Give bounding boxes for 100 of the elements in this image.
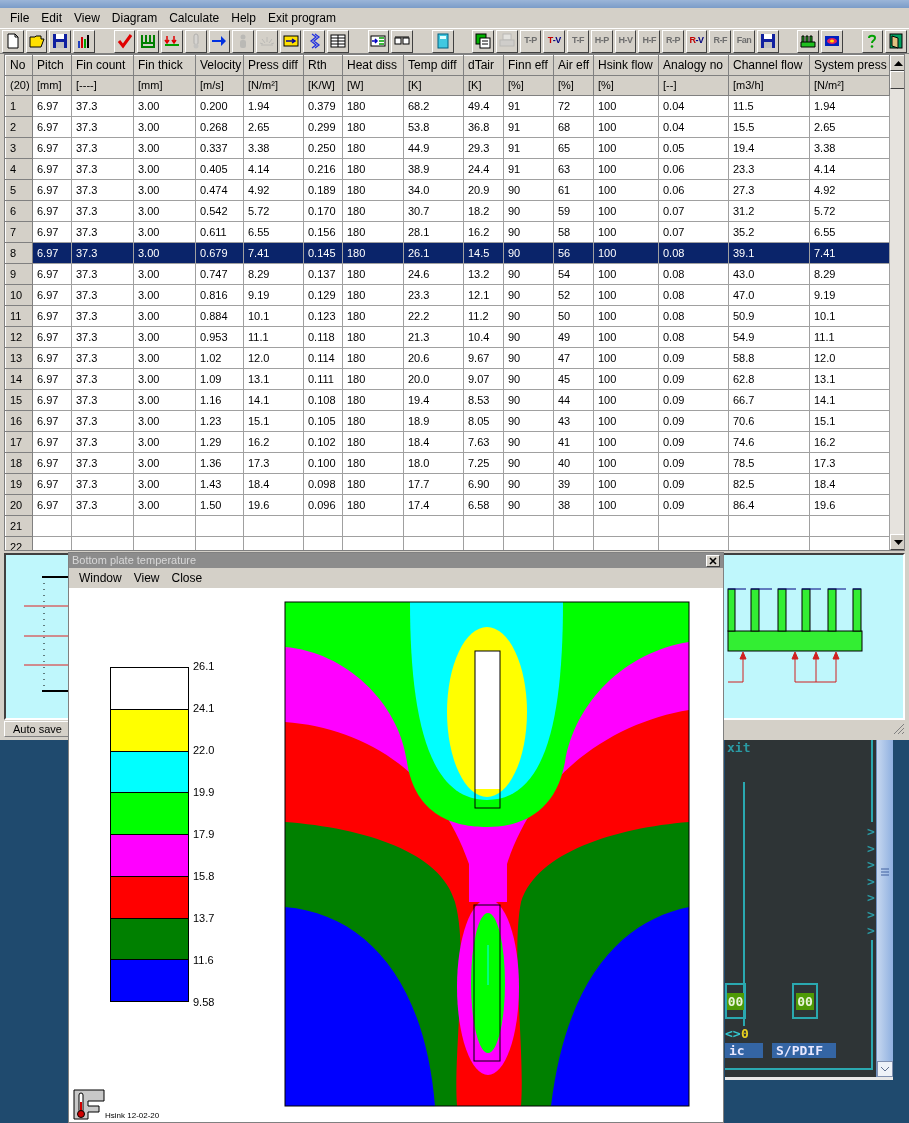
toolbar-button[interactable] bbox=[2, 29, 24, 53]
toolbar-button[interactable] bbox=[113, 29, 136, 53]
table-row[interactable]: 11 6.97 37.3 3.00 0.884 10.1 0.123 180 22.2 11.2 90 50 100 0.08 50.9 10.1 bbox=[5, 305, 890, 327]
column-header[interactable]: Finn eff bbox=[503, 55, 554, 76]
toolbar-button[interactable] bbox=[797, 29, 820, 53]
menu-item[interactable]: Close bbox=[165, 569, 209, 587]
table-row[interactable]: 12 6.97 37.3 3.00 0.953 11.1 0.118 180 21.3 10.4 90 49 100 0.08 54.9 11.1 bbox=[5, 326, 890, 348]
table-row[interactable]: 3 6.97 37.3 3.00 0.337 3.38 0.250 180 44.9 29.3 91 65 100 0.05 19.4 3.38 bbox=[5, 137, 890, 159]
row-number[interactable]: 7 bbox=[5, 221, 33, 243]
scroll-grip-icon[interactable] bbox=[881, 868, 889, 877]
column-header[interactable]: Rth bbox=[303, 55, 343, 76]
column-header[interactable]: Fin count bbox=[71, 55, 134, 76]
row-number[interactable]: 16 bbox=[5, 410, 33, 432]
toolbar-button[interactable] bbox=[431, 29, 454, 53]
toolbar-button[interactable]: T-V bbox=[543, 29, 566, 53]
table-row[interactable]: 10 6.97 37.3 3.00 0.816 9.19 0.129 180 23.3 12.1 90 52 100 0.08 47.0 9.19 bbox=[5, 284, 890, 306]
row-number[interactable]: 2 bbox=[5, 116, 33, 138]
menu-item[interactable]: Exit program bbox=[261, 9, 342, 27]
menu-item[interactable]: Edit bbox=[35, 9, 69, 27]
column-header[interactable]: No bbox=[5, 55, 33, 76]
toolbar-button[interactable] bbox=[885, 29, 908, 53]
column-header[interactable]: Channel flow bbox=[728, 55, 810, 76]
row-number[interactable]: 3 bbox=[5, 137, 33, 159]
row-number[interactable]: 12 bbox=[5, 326, 33, 348]
table-row[interactable]: 15 6.97 37.3 3.00 1.16 14.1 0.108 180 19.4 8.53 90 44 100 0.09 66.7 14.1 bbox=[5, 389, 890, 411]
toolbar-button[interactable] bbox=[756, 29, 779, 53]
toolbar-button[interactable] bbox=[73, 29, 95, 53]
row-number[interactable]: 13 bbox=[5, 347, 33, 369]
menu-item[interactable]: Diagram bbox=[105, 9, 164, 27]
resize-grip-icon[interactable] bbox=[893, 723, 905, 735]
column-header[interactable]: Analogy no bbox=[658, 55, 729, 76]
toolbar-button[interactable] bbox=[327, 29, 349, 53]
column-header[interactable]: Temp diff bbox=[403, 55, 464, 76]
toolbar-button[interactable] bbox=[821, 29, 843, 53]
menu-item[interactable]: Calculate bbox=[163, 9, 226, 27]
row-number[interactable]: 9 bbox=[5, 263, 33, 285]
table-row[interactable]: 7 6.97 37.3 3.00 0.611 6.55 0.156 180 28.1 16.2 90 58 100 0.07 35.2 6.55 bbox=[5, 221, 890, 243]
table-row[interactable]: 13 6.97 37.3 3.00 1.02 12.0 0.114 180 20.6 9.67 90 47 100 0.09 58.8 12.0 bbox=[5, 347, 890, 369]
row-number[interactable]: 18 bbox=[5, 452, 33, 474]
column-header[interactable]: Heat diss bbox=[342, 55, 404, 76]
toolbar-button[interactable] bbox=[161, 29, 183, 53]
toolbar-button[interactable] bbox=[472, 29, 494, 53]
menu-item[interactable]: File bbox=[4, 9, 36, 27]
toolbar-button[interactable] bbox=[25, 29, 48, 53]
menu-item[interactable]: Help bbox=[225, 9, 262, 27]
menu-item[interactable]: View bbox=[127, 569, 166, 587]
column-header[interactable]: Pitch bbox=[32, 55, 72, 76]
menu-item[interactable]: View bbox=[68, 9, 106, 27]
toolbar-button[interactable] bbox=[49, 29, 72, 53]
row-number[interactable]: 1 bbox=[5, 95, 33, 117]
table-row[interactable]: 5 6.97 37.3 3.00 0.474 4.92 0.189 180 34.0 20.9 90 61 100 0.06 27.3 4.92 bbox=[5, 179, 890, 201]
row-number[interactable]: 17 bbox=[5, 431, 33, 453]
toolbar-button[interactable] bbox=[279, 29, 302, 53]
column-header[interactable]: Velocity bbox=[195, 55, 244, 76]
row-number[interactable]: 19 bbox=[5, 473, 33, 495]
row-number[interactable]: 14 bbox=[5, 368, 33, 390]
row-number[interactable]: 11 bbox=[5, 305, 33, 327]
table-row[interactable]: 8 6.97 37.3 3.00 0.679 7.41 0.145 180 26.1 14.5 90 56 100 0.08 39.1 7.41 bbox=[5, 242, 890, 264]
scroll-up-button[interactable] bbox=[890, 55, 904, 71]
table-row[interactable]: 21 bbox=[5, 515, 890, 537]
table-row[interactable]: 6 6.97 37.3 3.00 0.542 5.72 0.170 180 30.7 18.2 90 59 100 0.07 31.2 5.72 bbox=[5, 200, 890, 222]
row-number[interactable]: 6 bbox=[5, 200, 33, 222]
column-header[interactable]: Hsink flow bbox=[593, 55, 659, 76]
row-number[interactable]: 4 bbox=[5, 158, 33, 180]
toolbar-button[interactable] bbox=[367, 29, 390, 53]
table-row[interactable]: 1 6.97 37.3 3.00 0.200 1.94 0.379 180 68.2 49.4 91 72 100 0.04 11.5 1.94 bbox=[5, 95, 890, 117]
menu-item[interactable]: Window bbox=[73, 569, 128, 587]
column-header[interactable]: dTair bbox=[463, 55, 504, 76]
scrollbar-track[interactable] bbox=[876, 740, 893, 1077]
toolbar-button[interactable]: R-V bbox=[685, 29, 708, 53]
row-number[interactable]: 5 bbox=[5, 179, 33, 201]
table-row[interactable]: 16 6.97 37.3 3.00 1.23 15.1 0.105 180 18.9 8.05 90 43 100 0.09 70.6 15.1 bbox=[5, 410, 890, 432]
column-header[interactable]: System press bbox=[809, 55, 890, 76]
toolbar-button[interactable] bbox=[137, 29, 160, 53]
table-cell: 0.170 bbox=[303, 200, 343, 222]
meter-value: 00 bbox=[796, 992, 814, 1010]
table-row[interactable]: 4 6.97 37.3 3.00 0.405 4.14 0.216 180 38.9 24.4 91 63 100 0.06 23.3 4.14 bbox=[5, 158, 890, 180]
column-header[interactable]: Fin thick bbox=[133, 55, 196, 76]
toolbar-button[interactable] bbox=[208, 29, 231, 53]
column-header[interactable]: Press diff bbox=[243, 55, 304, 76]
table-row[interactable]: 20 6.97 37.3 3.00 1.50 19.6 0.096 180 17.4 6.58 90 38 100 0.09 86.4 19.6 bbox=[5, 494, 890, 516]
row-number[interactable]: 21 bbox=[5, 515, 33, 537]
toolbar-button[interactable] bbox=[861, 29, 884, 53]
scrollbar-thumb[interactable] bbox=[890, 71, 904, 89]
table-row[interactable]: 2 6.97 37.3 3.00 0.268 2.65 0.299 180 53.8 36.8 91 68 100 0.04 15.5 2.65 bbox=[5, 116, 890, 138]
table-row[interactable]: 18 6.97 37.3 3.00 1.36 17.3 0.100 180 18.0 7.25 90 40 100 0.09 78.5 17.3 bbox=[5, 452, 890, 474]
toolbar-button[interactable] bbox=[303, 29, 326, 53]
row-number[interactable]: 20 bbox=[5, 494, 33, 516]
row-number[interactable]: 15 bbox=[5, 389, 33, 411]
table-row[interactable]: 9 6.97 37.3 3.00 0.747 8.29 0.137 180 24.6 13.2 90 54 100 0.08 43.0 8.29 bbox=[5, 263, 890, 285]
close-button[interactable] bbox=[706, 554, 720, 567]
table-row[interactable]: 19 6.97 37.3 3.00 1.43 18.4 0.098 180 17.7 6.90 90 39 100 0.09 82.5 18.4 bbox=[5, 473, 890, 495]
column-header[interactable]: Air eff bbox=[553, 55, 594, 76]
table-row[interactable]: 17 6.97 37.3 3.00 1.29 16.2 0.102 180 18.4 7.63 90 41 100 0.09 74.6 16.2 bbox=[5, 431, 890, 453]
row-number[interactable]: 10 bbox=[5, 284, 33, 306]
row-number[interactable]: 8 bbox=[5, 242, 33, 264]
toolbar-button[interactable] bbox=[391, 29, 414, 53]
table-row[interactable]: 14 6.97 37.3 3.00 1.09 13.1 0.111 180 20.0 9.07 90 45 100 0.09 62.8 13.1 bbox=[5, 368, 890, 390]
auto-save-button[interactable]: Auto save bbox=[4, 721, 71, 737]
scrollbar-track[interactable] bbox=[890, 55, 904, 550]
